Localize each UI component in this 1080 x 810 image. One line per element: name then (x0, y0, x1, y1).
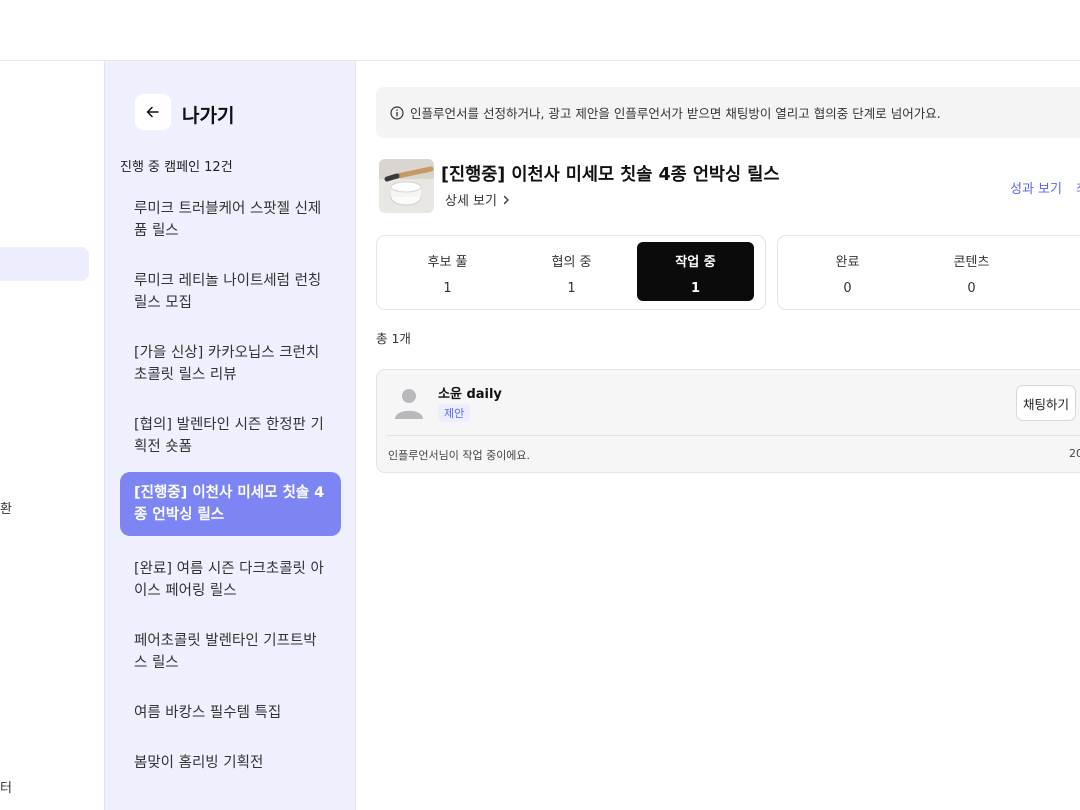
campaign-list-item[interactable]: 여름 바캉스 필수템 특집 (120, 692, 341, 734)
info-notice: 인플루언서를 선정하거나, 광고 제안을 인플루언서가 받으면 채팅방이 열리고… (376, 87, 1080, 138)
stage-label: 완료 (835, 255, 860, 270)
stage-tab-complete[interactable]: 완료 0 (789, 242, 906, 301)
stage-tab-candidates[interactable]: 후보 풀 1 (389, 242, 506, 301)
campaign-count-label: 진행 중 캠페인 12건 (120, 160, 233, 175)
stage-group-primary: 후보 풀 1 협의 중 1 작업 중 1 (376, 235, 766, 310)
total-count: 총 1개 (376, 331, 411, 346)
stage-label: 콘텐츠 (953, 255, 990, 270)
campaign-list-item[interactable]: 페어초콜릿 발렌타인 기프트박스 릴스 (120, 620, 341, 684)
left-nav-rail: 환 터 (0, 61, 104, 810)
extra-link[interactable]: 최 (1076, 178, 1080, 197)
detail-link[interactable]: 상세 보기 (445, 190, 511, 209)
stage-label: 결 (1037, 251, 1080, 270)
campaign-list-item-active[interactable]: [진행중] 이천사 미세모 칫솔 4종 언박싱 릴스 (120, 472, 341, 536)
main-content: 인플루언서를 선정하거나, 광고 제안을 인플루언서가 받으면 채팅방이 열리고… (355, 61, 1080, 810)
campaign-title: [진행중] 이천사 미세모 칫솔 4종 언박싱 릴스 (441, 165, 780, 185)
arrow-left-icon (146, 106, 159, 118)
influencer-name: 소윤 daily (438, 387, 502, 402)
stage-tab-content[interactable]: 콘텐츠 0 (913, 242, 1030, 301)
stage-label: 협의 중 (551, 255, 592, 270)
back-label[interactable]: 나가기 (182, 101, 234, 128)
influencer-date: 20 (1069, 447, 1080, 460)
performance-link[interactable]: 성과 보기 (1010, 178, 1062, 197)
stage-tab-negotiating[interactable]: 협의 중 1 (513, 242, 630, 301)
left-nav-item-label[interactable]: 터 (0, 777, 12, 796)
influencer-card[interactable]: 소윤 daily 제안 채팅하기 인플루언서님이 작업 중이에요. 20 (376, 369, 1080, 473)
stage-count: 1 (690, 281, 701, 296)
detail-link-label: 상세 보기 (445, 194, 497, 209)
back-button[interactable] (135, 94, 171, 130)
influencer-status-text: 인플루언서님이 작업 중이에요. (388, 449, 531, 462)
campaign-thumbnail (379, 159, 434, 213)
left-nav-item-label[interactable]: 환 (0, 498, 12, 517)
card-divider (387, 435, 1080, 436)
campaign-list-item[interactable]: 루미크 트러블케어 스팟젤 신제품 릴스 (120, 188, 341, 252)
stage-tab-working[interactable]: 작업 중 1 (637, 242, 754, 301)
campaign-list-item[interactable]: [협의] 발렌타인 시즌 한정판 기획전 숏폼 (120, 404, 341, 468)
campaign-list-panel: 나가기 진행 중 캠페인 12건 루미크 트러블케어 스팟젤 신제품 릴스 루미… (104, 61, 356, 810)
info-icon (390, 105, 404, 120)
stage-count: 1 (567, 281, 576, 296)
chevron-right-icon (503, 195, 509, 204)
stage-count: 0 (967, 281, 976, 296)
campaign-list-item[interactable]: [완료] 여름 시즌 다크초콜릿 아이스 페어링 릴스 (120, 548, 341, 612)
stage-label: 작업 중 (675, 255, 716, 270)
chat-button[interactable]: 채팅하기 (1016, 385, 1076, 421)
stage-group-secondary: 완료 0 콘텐츠 0 결 (777, 235, 1080, 310)
avatar (395, 389, 423, 419)
stage-count: 0 (843, 281, 852, 296)
top-bar (0, 0, 1080, 61)
stage-label: 후보 풀 (427, 255, 468, 270)
campaign-list-item[interactable]: 루미크 레티놀 나이트세럼 런칭 릴스 모집 (120, 260, 341, 324)
status-badge: 제안 (438, 404, 471, 422)
notice-text: 인플루언서를 선정하거나, 광고 제안을 인플루언서가 받으면 채팅방이 열리고… (410, 106, 941, 121)
campaign-list-item[interactable]: [가을 신상] 카카오닙스 크런치 초콜릿 릴스 리뷰 (120, 332, 341, 396)
left-nav-active-item[interactable] (0, 247, 89, 281)
stage-tab-result[interactable]: 결 (1037, 242, 1080, 301)
campaign-list-item[interactable]: 봄맞이 홈리빙 기획전 (120, 742, 341, 784)
stage-count: 1 (443, 281, 452, 296)
